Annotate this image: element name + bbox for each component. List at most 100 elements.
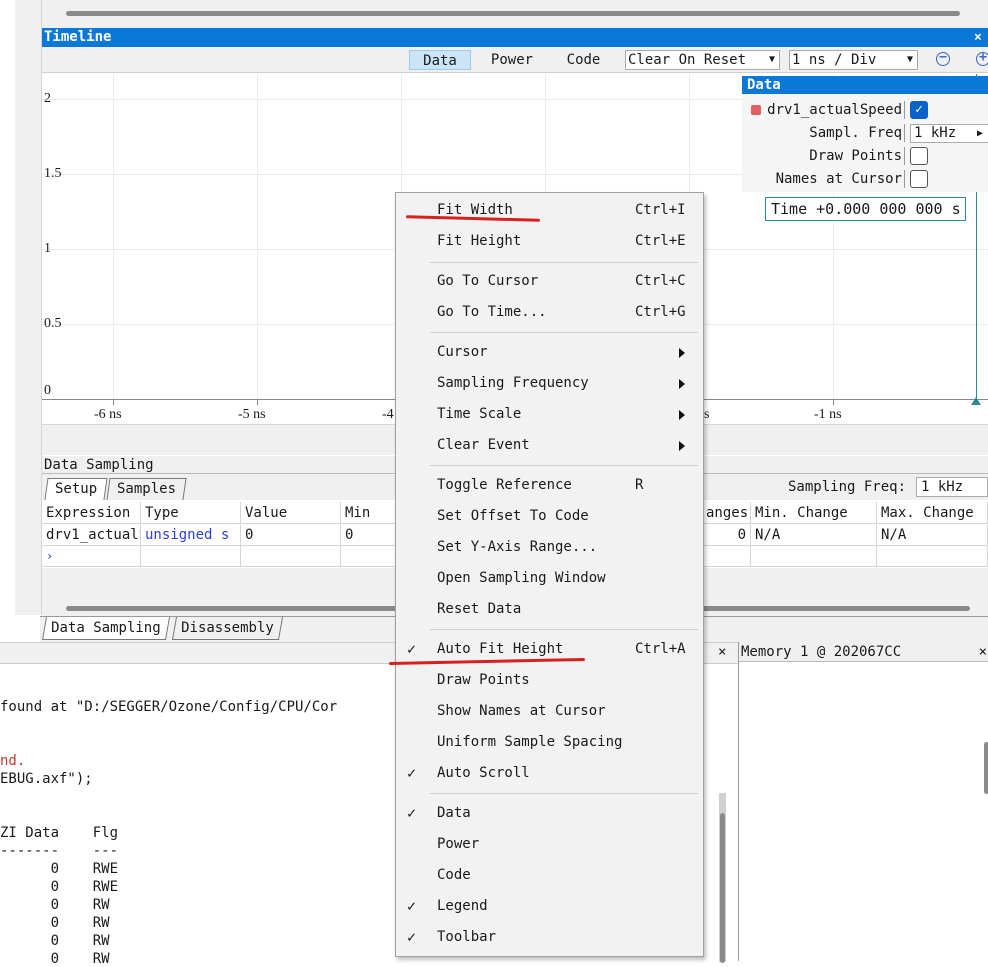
- menu-item-cursor[interactable]: Cursor: [396, 337, 703, 368]
- menu-item-shortcut: Ctrl+C: [635, 273, 686, 289]
- menu-item-label: Legend: [437, 898, 488, 914]
- x-tick: [833, 399, 834, 405]
- console-line: EBUG.axf");: [0, 771, 93, 787]
- zoom-out-icon[interactable]: −: [936, 51, 950, 66]
- empty-cell: [877, 546, 988, 567]
- menu-item-label: Fit Height: [437, 233, 522, 249]
- menu-item-go-to-time[interactable]: Go To Time... Ctrl+G: [396, 297, 703, 328]
- menu-item-shortcut: Ctrl+I: [635, 202, 686, 218]
- console-line: 0 RW: [0, 897, 110, 913]
- check-icon: ✓: [407, 897, 417, 915]
- empty-cell: [341, 546, 401, 567]
- tab-samples-label: Samples: [117, 481, 177, 497]
- toolbar-data-button[interactable]: Data: [409, 50, 471, 70]
- menu-item-label: Reset Data: [437, 601, 522, 617]
- toolbar-code-button[interactable]: Code: [556, 50, 611, 70]
- menu-item-fit-height[interactable]: Fit Height Ctrl+E: [396, 226, 703, 257]
- empty-cell: [141, 546, 241, 567]
- console-line: 0 RWE: [0, 879, 119, 895]
- x-tick-label: -6 ns: [94, 407, 122, 422]
- memory-title-text: Memory 1 @ 202067CC: [741, 644, 902, 660]
- menu-item-auto-scroll[interactable]: ✓ Auto Scroll: [396, 758, 703, 789]
- tab-samples[interactable]: Samples: [106, 478, 187, 500]
- menu-item-power[interactable]: Power: [396, 829, 703, 860]
- menu-item-label: Show Names at Cursor: [437, 703, 606, 719]
- cell-expression[interactable]: drv1_actualS: [42, 525, 141, 546]
- x-tick-label: -1 ns: [814, 407, 842, 422]
- time-per-div-select[interactable]: 1 ns / Div ▼: [789, 50, 918, 70]
- menu-item-clear-event[interactable]: Clear Event: [396, 430, 703, 461]
- menu-item-time-scale[interactable]: Time Scale: [396, 399, 703, 430]
- tab-disassembly-label: Disassembly: [181, 620, 274, 636]
- menu-item-show-names-at-cursor[interactable]: Show Names at Cursor: [396, 696, 703, 727]
- separator: [904, 124, 905, 142]
- check-icon: ✓: [407, 764, 417, 782]
- menu-item-uniform-sample-spacing[interactable]: Uniform Sample Spacing: [396, 727, 703, 758]
- timeline-context-menu: Fit Width Ctrl+I Fit Height Ctrl+E Go To…: [395, 192, 704, 957]
- separator: [904, 101, 905, 119]
- cursor-time-readout: Time +0.000 000 000 s: [765, 197, 966, 221]
- column-header-changes[interactable]: anges: [702, 502, 751, 524]
- menu-item-draw-points[interactable]: Draw Points: [396, 665, 703, 696]
- legend-panel: Data drv1_actualSpeed ✓ Sampl. Freq 1 kH…: [742, 76, 988, 192]
- sampling-freq-value: 1 kHz: [921, 479, 964, 495]
- memory-window: Memory 1 @ 202067CC ×: [738, 642, 988, 961]
- column-header-max-change[interactable]: Max. Change: [877, 502, 988, 524]
- menu-item-label: Power: [437, 836, 480, 852]
- column-header-expression[interactable]: Expression: [42, 502, 141, 524]
- toolbar-power-button[interactable]: Power: [482, 50, 542, 70]
- sampl-freq-select[interactable]: 1 kHz ▶: [910, 124, 988, 143]
- timeline-toolbar: Data Power Code Clear On Reset ▼ 1 ns / …: [42, 47, 988, 73]
- close-icon[interactable]: ×: [974, 28, 988, 47]
- menu-item-open-sampling-window[interactable]: Open Sampling Window: [396, 563, 703, 594]
- cell-changes: 0: [702, 525, 751, 546]
- new-row-marker[interactable]: ›: [42, 546, 141, 567]
- top-scrollbar-thumb[interactable]: [66, 11, 960, 16]
- x-tick-label: -5 ns: [238, 407, 266, 422]
- clear-on-reset-select[interactable]: Clear On Reset ▼: [625, 50, 780, 70]
- timeline-title: Timeline: [44, 29, 112, 45]
- console-scrollbar-thumb[interactable]: [720, 813, 725, 963]
- column-header-value[interactable]: Value: [241, 502, 341, 524]
- menu-item-fit-width[interactable]: Fit Width Ctrl+I: [396, 195, 703, 226]
- menu-item-legend[interactable]: ✓ Legend: [396, 891, 703, 922]
- menu-item-shortcut: Ctrl+G: [635, 304, 686, 320]
- close-icon[interactable]: ×: [718, 644, 726, 660]
- tab-setup[interactable]: Setup: [44, 478, 108, 500]
- menu-item-set-offset-to-code[interactable]: Set Offset To Code: [396, 501, 703, 532]
- console-line: found at "D:/SEGGER/Ozone/Config/CPU/Cor: [0, 699, 338, 715]
- empty-cell: [751, 546, 877, 567]
- menu-item-sampling-frequency[interactable]: Sampling Frequency: [396, 368, 703, 399]
- separator: [904, 170, 905, 188]
- dropdown-arrow-icon: ▼: [906, 54, 913, 65]
- submenu-arrow-icon: [679, 379, 685, 389]
- column-header-min-change[interactable]: Min. Change: [751, 502, 877, 524]
- cell-type[interactable]: unsigned s: [141, 525, 241, 546]
- memory-scrollbar-thumb[interactable]: [984, 742, 988, 794]
- series-color-swatch: [751, 105, 761, 115]
- column-header-min[interactable]: Min: [341, 502, 401, 524]
- legend-freq-row: Sampl. Freq 1 kHz ▶: [742, 122, 988, 144]
- close-icon[interactable]: ×: [979, 642, 987, 662]
- column-header-type[interactable]: Type: [141, 502, 241, 524]
- series-visible-checkbox[interactable]: ✓: [910, 101, 928, 119]
- menu-item-toolbar[interactable]: ✓ Toolbar: [396, 922, 703, 953]
- tab-data-sampling[interactable]: Data Sampling: [41, 617, 170, 640]
- names-at-cursor-checkbox[interactable]: [910, 170, 928, 188]
- tab-disassembly[interactable]: Disassembly: [171, 617, 283, 640]
- menu-item-go-to-cursor[interactable]: Go To Cursor Ctrl+C: [396, 266, 703, 297]
- menu-item-set-y-axis-range[interactable]: Set Y-Axis Range...: [396, 532, 703, 563]
- sampling-freq-select[interactable]: 1 kHz: [916, 477, 988, 497]
- menu-item-reset-data[interactable]: Reset Data: [396, 594, 703, 625]
- menu-item-code[interactable]: Code: [396, 860, 703, 891]
- draw-points-label: Draw Points: [809, 148, 902, 164]
- zoom-in-icon[interactable]: +: [976, 51, 988, 66]
- menu-item-label: Set Offset To Code: [437, 508, 589, 524]
- menu-item-data[interactable]: ✓ Data: [396, 798, 703, 829]
- time-cursor-handle[interactable]: [971, 397, 981, 405]
- menu-item-toggle-reference[interactable]: Toggle Reference R: [396, 470, 703, 501]
- names-at-cursor-label: Names at Cursor: [775, 171, 902, 187]
- draw-points-checkbox[interactable]: [910, 147, 928, 165]
- menu-item-label: Go To Time...: [437, 304, 547, 320]
- menu-item-shortcut: Ctrl+A: [635, 641, 686, 657]
